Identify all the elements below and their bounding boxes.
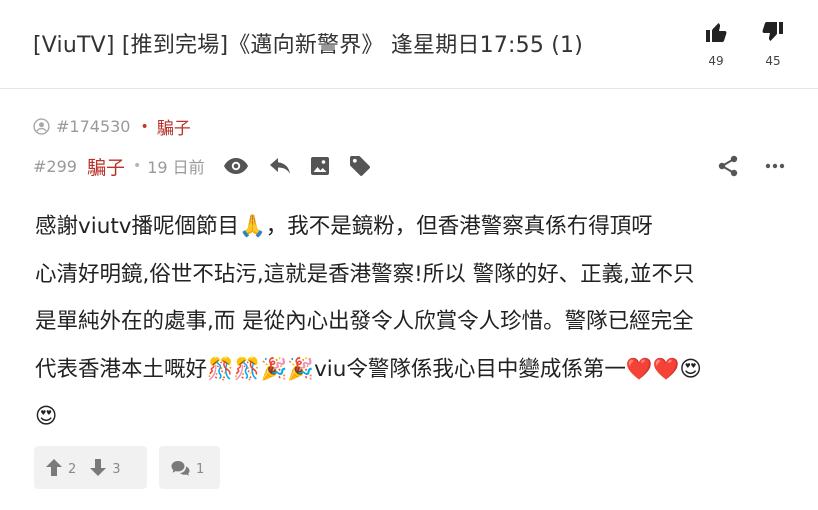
view-author-only-button[interactable] [223, 157, 249, 175]
thread-title: [ViuTV] [推到完場]《邁向新警界》 逢星期日17:55 (1) [33, 33, 583, 58]
user-circle-icon [33, 118, 50, 135]
image-icon [310, 157, 329, 175]
thread-like-button[interactable]: 49 [696, 20, 736, 68]
tag-icon [349, 156, 370, 176]
post-right-tools [691, 150, 785, 182]
post-content: 感謝viutv播呢個節目🙏，我不是鏡粉，但香港警察真係冇得頂呀 心清好明鏡,俗世… [35, 203, 783, 441]
post-separator: • [132, 158, 142, 174]
downvote-count: 3 [112, 462, 121, 477]
share-button[interactable] [717, 155, 739, 177]
reply-arrow-icon [269, 158, 290, 174]
arrow-up-icon [46, 459, 62, 476]
arrow-down-icon [90, 459, 107, 476]
reply-reference-id: #174530 [56, 117, 131, 136]
reply-reference[interactable]: #174530 • 騙子 [33, 114, 191, 139]
thread-dislike-count: 45 [765, 54, 781, 68]
quote-count: 1 [196, 462, 205, 477]
post-timestamp: 19 日前 [147, 158, 205, 177]
thumbs-down-icon [762, 22, 783, 41]
thread-header: [ViuTV] [推到完場]《邁向新警界》 逢星期日17:55 (1) 49 4… [0, 0, 818, 89]
tag-button[interactable] [349, 155, 371, 177]
post-vote-bar: 2 3 [34, 446, 147, 489]
quote-replies-button[interactable]: 1 [171, 458, 204, 477]
share-icon [718, 155, 738, 177]
insert-image-button[interactable] [310, 157, 329, 175]
post-header: #299 騙子 • 19 日前 [33, 150, 785, 182]
reply-reference-name: 騙子 [156, 119, 191, 139]
post-content-line: 是單純外在的處事,而 是從內心出發令人欣賞令人珍惜。警隊已經完全 [35, 309, 694, 334]
upvote-button[interactable]: 2 [46, 458, 76, 477]
thread-dislike-button[interactable]: 45 [753, 20, 793, 68]
post-quote-bar: 1 [159, 446, 220, 489]
post-content-line: 感謝viutv播呢個節目🙏，我不是鏡粉，但香港警察真係冇得頂呀 [35, 214, 653, 239]
post-content-line: 代表香港本土嘅好🎊🎊🎉🎉viu令警隊係我心目中變成係第一❤️❤️😍 [35, 356, 702, 382]
more-dots-icon [765, 163, 785, 169]
upvote-count: 2 [68, 462, 77, 477]
post-content-line: 心清好明鏡,俗世不玷污,這就是香港警察!所以 警隊的好、正義,並不只 [35, 261, 695, 287]
comments-icon [171, 460, 190, 476]
post-author[interactable]: 騙子 [87, 153, 125, 180]
downvote-button[interactable]: 3 [90, 458, 121, 477]
post-floor-number: #299 [33, 156, 77, 176]
more-options-button[interactable] [765, 163, 785, 169]
eye-icon [223, 158, 248, 174]
thumbs-up-icon [706, 23, 727, 42]
post-content-line: 😍 [35, 404, 58, 429]
reply-button[interactable] [269, 157, 291, 175]
thread-like-count: 49 [708, 54, 724, 68]
reply-dot: • [140, 118, 149, 135]
